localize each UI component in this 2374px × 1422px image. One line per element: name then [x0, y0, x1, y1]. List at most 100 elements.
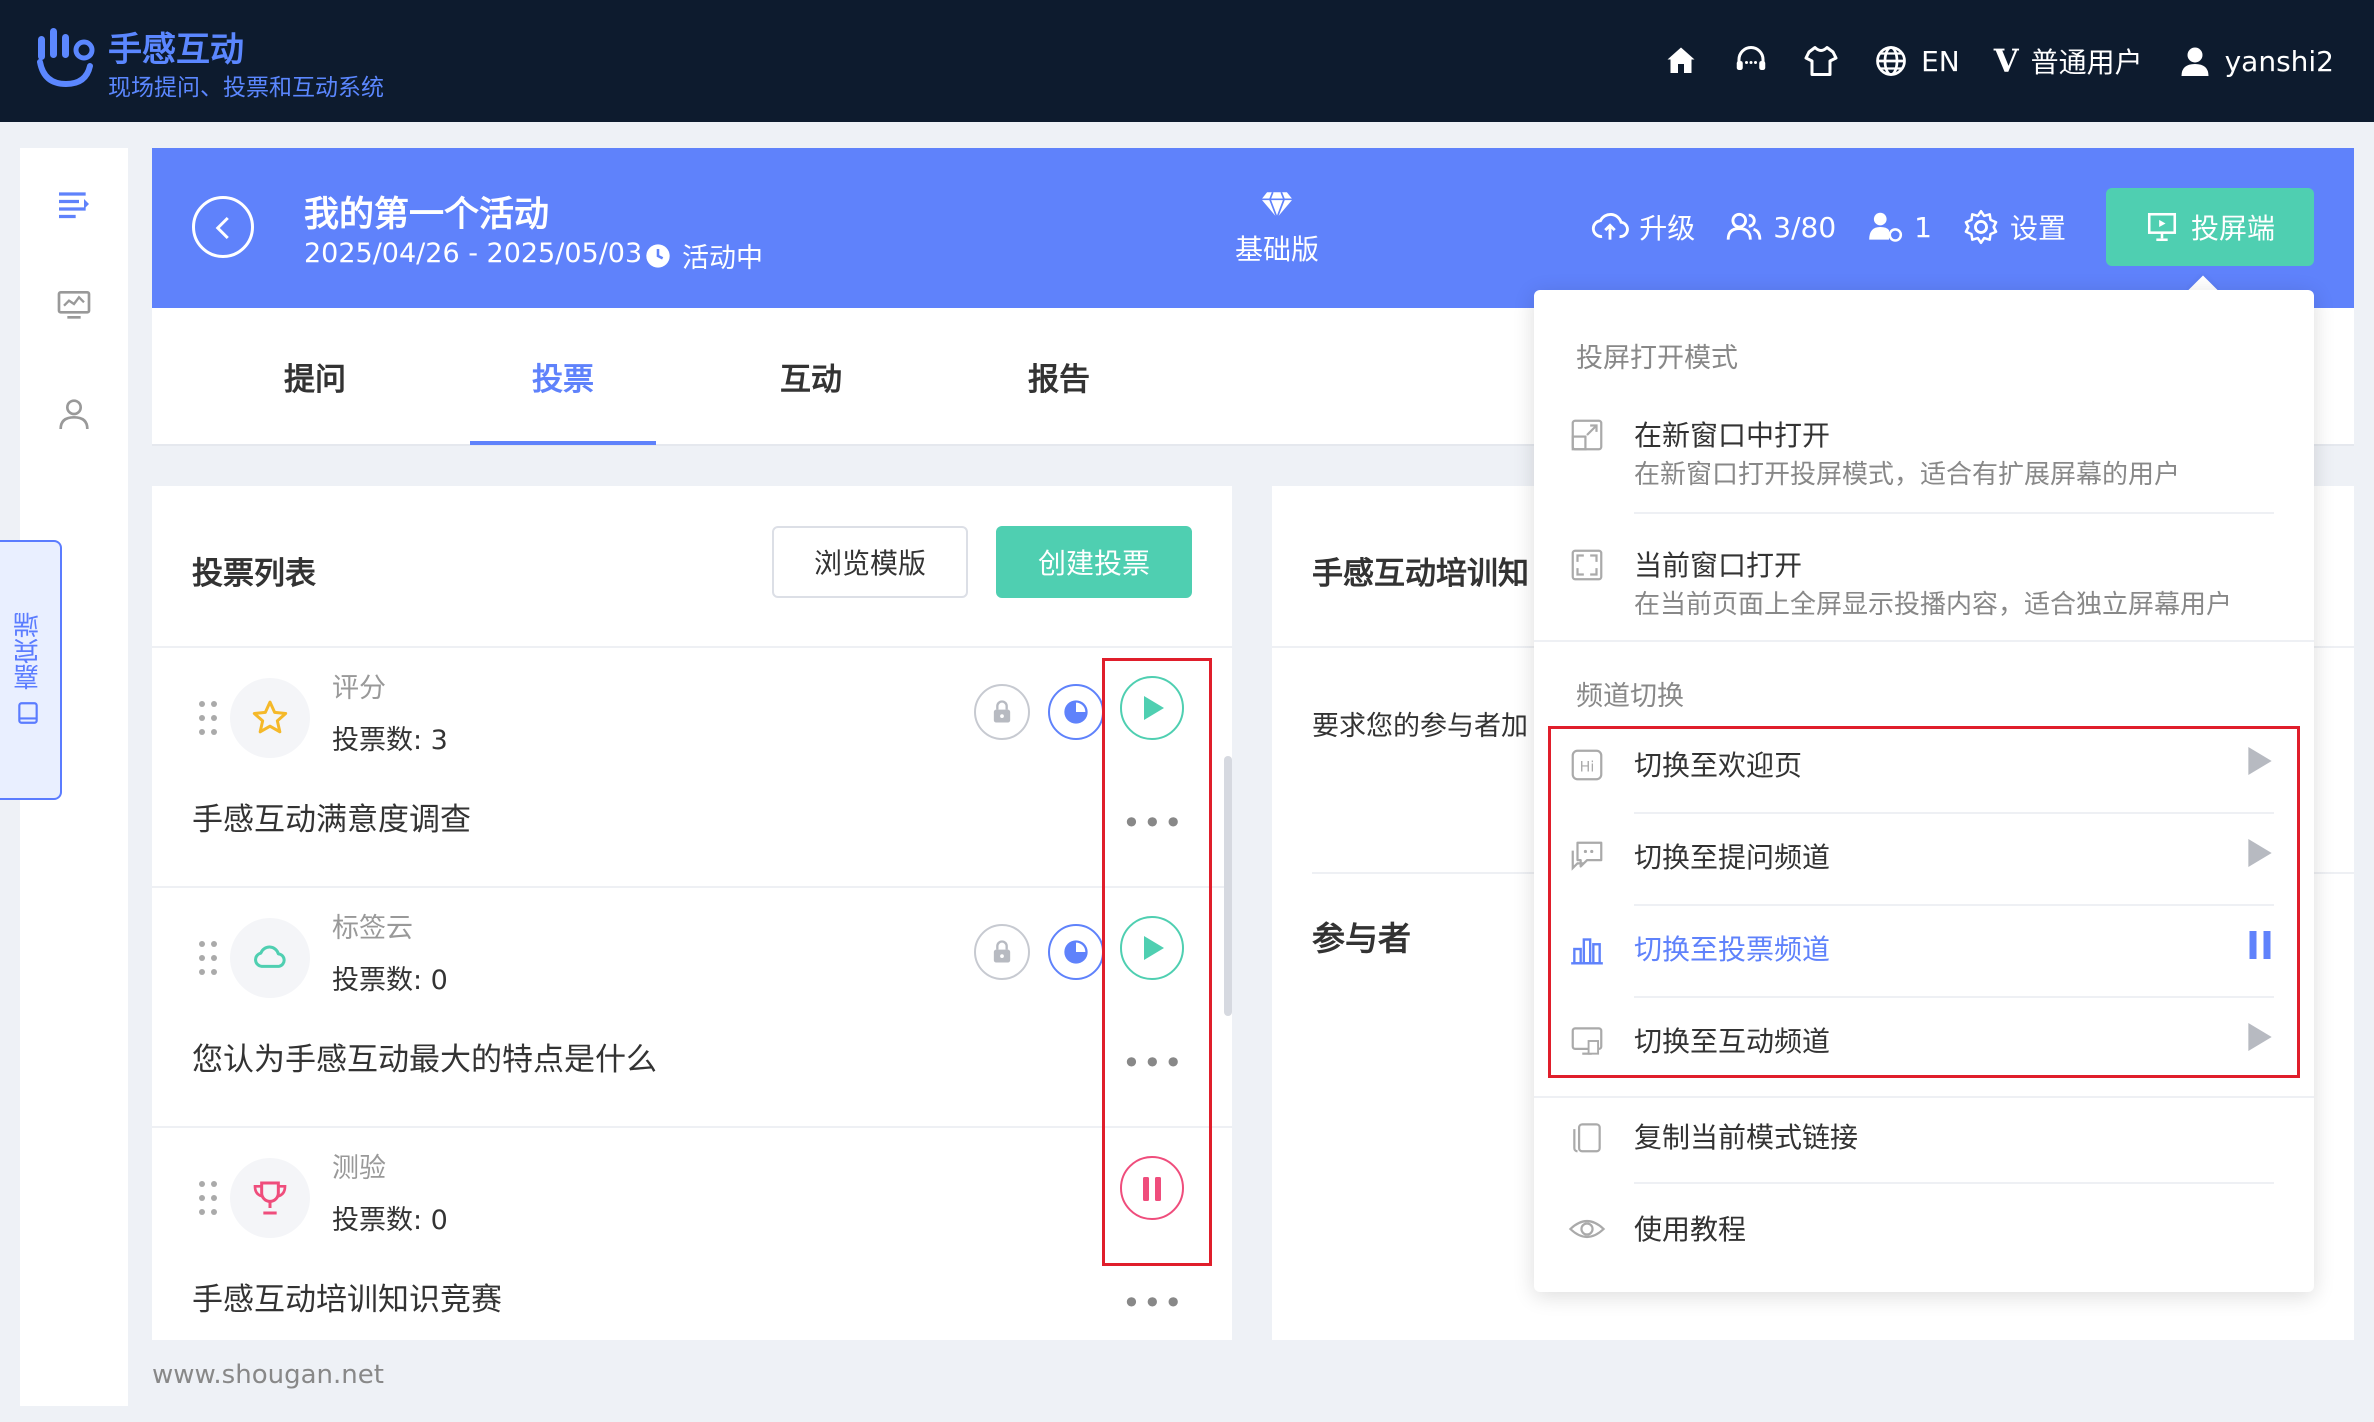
- online-user-icon: [1869, 212, 1903, 242]
- poll-title: 手感互动培训知识竞赛: [192, 1282, 502, 1318]
- poll-item[interactable]: 测验 投票数: 0 手感互动培训知识竞赛 •••: [152, 1128, 1232, 1340]
- participants-heading: 参与者: [1312, 919, 1411, 958]
- results-button[interactable]: [1048, 684, 1104, 740]
- user-menu[interactable]: yanshi2: [2177, 43, 2334, 79]
- copy-icon: [1573, 1123, 1601, 1153]
- language-label: EN: [1921, 44, 1960, 78]
- option-label: 当前窗口打开: [1634, 549, 1803, 582]
- banner-actions: 升级 3/80 1 设置 投屏端: [1591, 188, 2314, 266]
- lock-icon: [993, 940, 1011, 963]
- poll-list-title: 投票列表: [192, 556, 316, 592]
- users-icon: [1727, 212, 1762, 240]
- user-icon: [2181, 47, 2209, 76]
- poll-item[interactable]: 评分 投票数: 3 手感互动满意度调查 •••: [152, 648, 1232, 888]
- upgrade-button[interactable]: 升级: [1591, 207, 1695, 247]
- poll-vote-count: 投票数: 0: [332, 1205, 448, 1236]
- results-button[interactable]: [1048, 924, 1104, 980]
- option-description: 在新窗口打开投屏模式，适合有扩展屏幕的用户: [1634, 460, 2181, 490]
- brand-subtitle: 现场提问、投票和互动系统: [108, 75, 384, 101]
- gear-icon: [1964, 209, 1998, 245]
- poll-type: 标签云: [332, 913, 413, 944]
- plan-label: 基础版: [1234, 233, 1319, 266]
- chevron-left-icon: [215, 216, 229, 240]
- option-description: 在当前页面上全屏显示投播内容，适合独立屏幕用户: [1634, 590, 2233, 620]
- globe-icon: [1876, 46, 1906, 76]
- option-label: 复制当前模式链接: [1634, 1121, 1859, 1154]
- lock-button[interactable]: [974, 684, 1030, 740]
- tablet-icon: [18, 702, 38, 724]
- poll-item[interactable]: 标签云 投票数: 0 您认为手感互动最大的特点是什么 •••: [152, 888, 1232, 1128]
- pie-chart-icon: [1064, 700, 1088, 724]
- lock-icon: [993, 700, 1011, 723]
- pie-chart-icon: [1064, 940, 1088, 964]
- participants-count[interactable]: 3/80: [1725, 208, 1836, 246]
- divider: [1634, 512, 2274, 514]
- brand-name: 手感互动: [108, 30, 244, 70]
- theme-shirt-icon[interactable]: [1803, 43, 1839, 79]
- user-plan[interactable]: V 普通用户: [1994, 41, 2143, 81]
- plan-badge[interactable]: 基础版: [1212, 190, 1342, 268]
- open-current-window-option[interactable]: 当前窗口打开 在当前页面上全屏显示投播内容，适合独立屏幕用户: [1534, 526, 2314, 636]
- fullscreen-icon: [1571, 549, 1603, 581]
- tab-interaction[interactable]: 互动: [718, 354, 904, 399]
- back-button[interactable]: [192, 196, 254, 258]
- poll-detail-title: 手感互动培训知: [1312, 556, 1529, 592]
- more-options-icon[interactable]: •••: [1122, 1284, 1185, 1322]
- option-label: 使用教程: [1634, 1213, 1747, 1246]
- projector-button[interactable]: 投屏端: [2106, 188, 2314, 266]
- menu-list-icon[interactable]: [54, 184, 94, 224]
- open-new-window-option[interactable]: 在新窗口中打开 在新窗口打开投屏模式，适合有扩展屏幕的用户: [1534, 396, 2314, 506]
- settings-label: 设置: [2009, 212, 2066, 245]
- online-count[interactable]: 1: [1866, 208, 1932, 246]
- highlight-box: [1102, 658, 1212, 1266]
- brand-logo-icon[interactable]: [36, 26, 96, 90]
- settings-button[interactable]: 设置: [1962, 207, 2066, 247]
- browse-templates-button[interactable]: 浏览模版: [772, 526, 968, 598]
- create-poll-button[interactable]: 创建投票: [996, 526, 1192, 598]
- option-label: 在新窗口中打开: [1634, 419, 1831, 452]
- active-tab-indicator: [470, 441, 656, 445]
- trophy-icon: [230, 1158, 310, 1238]
- eye-icon: [1568, 1219, 1606, 1239]
- event-banner: 我的第一个活动 2025/04/26 - 2025/05/03 活动中 基础版 …: [152, 148, 2354, 308]
- guest-tab-label: 嘉宾端: [13, 612, 44, 690]
- copy-link-option[interactable]: 复制当前模式链接: [1534, 1098, 2314, 1178]
- mode-section-header: 投屏打开模式: [1576, 343, 1738, 374]
- drag-handle-icon[interactable]: [198, 700, 218, 736]
- diamond-icon: [1261, 191, 1293, 220]
- scrollbar-thumb[interactable]: [1224, 756, 1232, 1016]
- user-profile-icon[interactable]: [54, 394, 94, 434]
- tab-questions[interactable]: 提问: [222, 354, 408, 399]
- channel-section-header: 频道切换: [1576, 681, 1684, 712]
- home-icon[interactable]: [1663, 43, 1699, 79]
- event-status: 活动中: [644, 236, 763, 275]
- guest-side-tab[interactable]: 嘉宾端: [0, 540, 62, 800]
- footer-url[interactable]: www.shougan.net: [152, 1360, 384, 1390]
- clock-icon: [646, 243, 670, 268]
- online-label: 1: [1914, 210, 1932, 244]
- poll-list-panel: 投票列表 浏览模版 创建投票 评分 投票数: 3 手感互动满意度调查 ••• 标…: [152, 486, 1232, 1340]
- language-switch[interactable]: EN: [1873, 43, 1960, 79]
- external-window-icon: [1571, 419, 1603, 451]
- cloud-icon: [230, 918, 310, 998]
- tab-report[interactable]: 报告: [966, 354, 1152, 399]
- lock-button[interactable]: [974, 924, 1030, 980]
- poll-vote-count: 投票数: 3: [332, 725, 448, 756]
- drag-handle-icon[interactable]: [198, 1180, 218, 1216]
- user-role-label: 普通用户: [2030, 46, 2143, 79]
- cloud-upload-icon: [1592, 213, 1630, 240]
- tab-polls[interactable]: 投票: [470, 354, 656, 399]
- support-headset-icon[interactable]: [1733, 43, 1769, 79]
- guest-tab-content: 嘉宾端: [8, 612, 48, 726]
- drag-handle-icon[interactable]: [198, 940, 218, 976]
- poll-title: 您认为手感互动最大的特点是什么: [192, 1042, 657, 1078]
- highlight-box: [1548, 726, 2300, 1078]
- username: yanshi2: [2224, 44, 2334, 78]
- vip-v-icon: V: [1993, 42, 2019, 80]
- join-instructions: 要求您的参与者加: [1312, 711, 1528, 742]
- projector-screen-icon: [2147, 212, 2177, 242]
- event-dates: 2025/04/26 - 2025/05/03: [304, 238, 643, 269]
- star-icon: [230, 678, 310, 758]
- tutorial-option[interactable]: 使用教程: [1534, 1190, 2314, 1270]
- dashboard-chart-icon[interactable]: [54, 284, 94, 324]
